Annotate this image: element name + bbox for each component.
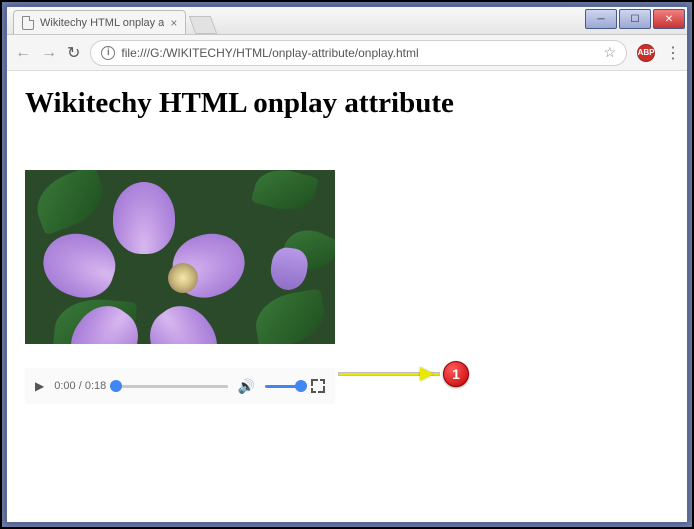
toolbar: ← → ↻ i file:///G:/WIKITECHY/HTML/onplay… bbox=[7, 35, 687, 71]
site-info-icon[interactable]: i bbox=[101, 46, 115, 60]
page-heading: Wikitechy HTML onplay attribute bbox=[25, 87, 669, 120]
fullscreen-button[interactable] bbox=[311, 379, 325, 393]
decorative-leaf bbox=[251, 288, 329, 344]
url-text: file:///G:/WIKITECHY/HTML/onplay-attribu… bbox=[121, 46, 597, 60]
close-window-button[interactable]: ✕ bbox=[653, 9, 685, 29]
forward-button[interactable]: → bbox=[41, 44, 57, 62]
current-time: 0:00 bbox=[54, 380, 75, 392]
play-button[interactable]: ▶ bbox=[35, 379, 44, 393]
bookmark-star-icon[interactable]: ☆ bbox=[603, 44, 616, 61]
browser-tab[interactable]: Wikitechy HTML onplay a × bbox=[13, 10, 186, 34]
page-content: Wikitechy HTML onplay attribute ▶ 0:00 / bbox=[7, 71, 687, 522]
file-icon bbox=[22, 16, 34, 30]
new-tab-button[interactable] bbox=[189, 16, 218, 34]
annotation-arrow bbox=[339, 373, 439, 375]
time-separator: / bbox=[79, 380, 82, 392]
titlebar: Wikitechy HTML onplay a × ─ ☐ ✕ bbox=[7, 7, 687, 35]
address-bar[interactable]: i file:///G:/WIKITECHY/HTML/onplay-attri… bbox=[90, 40, 627, 66]
maximize-button[interactable]: ☐ bbox=[619, 9, 651, 29]
decorative-bud bbox=[268, 246, 309, 293]
annotation-badge: 1 bbox=[443, 361, 469, 387]
window-controls: ─ ☐ ✕ bbox=[585, 7, 687, 34]
video-player: ▶ 0:00 / 0:18 🔊 bbox=[25, 170, 335, 404]
tab-close-icon[interactable]: × bbox=[170, 16, 177, 30]
video-frame[interactable] bbox=[25, 170, 335, 344]
minimize-button[interactable]: ─ bbox=[585, 9, 617, 29]
video-controls: ▶ 0:00 / 0:18 🔊 bbox=[25, 368, 335, 404]
volume-slider[interactable] bbox=[265, 385, 301, 388]
seek-slider[interactable] bbox=[116, 385, 227, 388]
time-display: 0:00 / 0:18 bbox=[54, 380, 106, 392]
decorative-leaf bbox=[29, 170, 112, 235]
browser-window: Wikitechy HTML onplay a × ─ ☐ ✕ ← → ↻ i … bbox=[6, 6, 688, 523]
tab-title: Wikitechy HTML onplay a bbox=[40, 17, 164, 29]
menu-button[interactable]: ⋮ bbox=[665, 43, 679, 63]
decorative-leaf bbox=[251, 170, 319, 217]
tabstrip: Wikitechy HTML onplay a × bbox=[7, 7, 585, 34]
decorative-flower bbox=[113, 218, 253, 338]
reload-button[interactable]: ↻ bbox=[67, 43, 80, 63]
adblock-icon[interactable]: ABP bbox=[637, 44, 655, 62]
back-button[interactable]: ← bbox=[15, 44, 31, 62]
volume-icon[interactable]: 🔊 bbox=[238, 378, 255, 395]
duration: 0:18 bbox=[85, 380, 106, 392]
